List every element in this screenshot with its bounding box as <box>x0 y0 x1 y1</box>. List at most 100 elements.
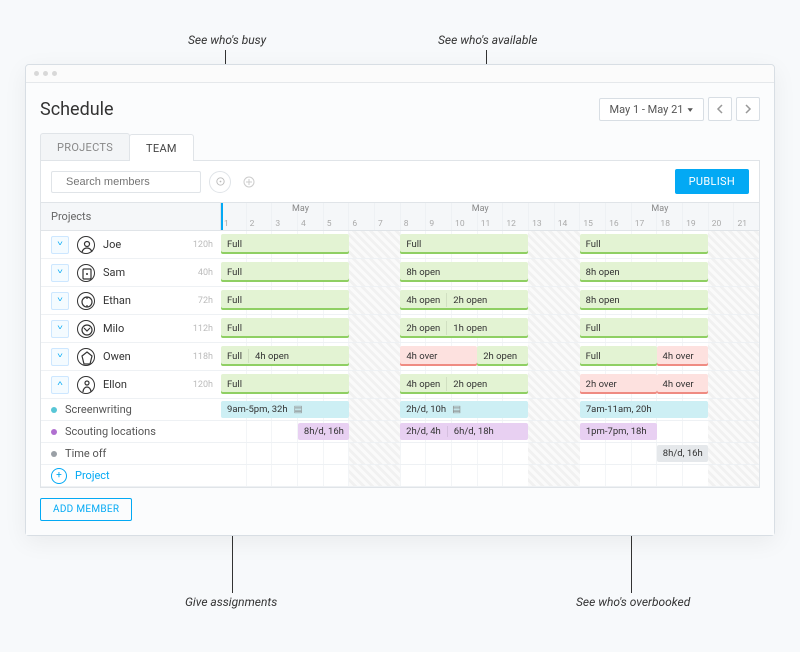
availability-bar[interactable]: 8h open <box>580 290 708 310</box>
window-control-icon <box>43 71 48 76</box>
collapse-button[interactable]: ˄ <box>51 376 69 394</box>
schedule-grid: Projects 1234May567891011May121314151617… <box>40 203 760 488</box>
add-project-label: Project <box>75 469 110 482</box>
assignment-bar[interactable]: 2h/d, 10h▤ <box>400 401 528 418</box>
member-row: ˅Sam40h⋮⋮Full8h open8h open <box>41 259 759 287</box>
annotation-assignments: Give assignments <box>185 595 277 609</box>
chevron-down-icon: ˅ <box>57 297 63 305</box>
availability-bar[interactable]: 4h over <box>400 346 477 366</box>
day-grid-bg <box>221 465 759 486</box>
expand-button[interactable]: ˅ <box>51 292 69 310</box>
add-button[interactable] <box>239 172 259 192</box>
availability-bar[interactable]: Full <box>580 346 657 366</box>
date-range-picker[interactable]: May 1 - May 21 ▾ <box>599 98 704 121</box>
member-name: Joe <box>103 238 121 251</box>
tab-projects[interactable]: PROJECTS <box>40 133 130 160</box>
availability-bar[interactable]: Full <box>580 318 708 338</box>
member-hours: 120h <box>193 240 213 250</box>
assignment-bar[interactable]: 1pm-7pm, 18h <box>580 423 657 440</box>
expand-button[interactable]: ˅ <box>51 348 69 366</box>
member-hours: 118h <box>193 352 213 362</box>
plus-circle-icon <box>243 176 255 188</box>
member-row: ˅Joe120h⋮⋮FullFullFull <box>41 231 759 259</box>
publish-button[interactable]: PUBLISH <box>675 169 749 194</box>
target-icon <box>215 176 226 187</box>
task-row-timeoff: Time off 8h/d, 16h <box>41 443 759 465</box>
chevron-down-icon: ˅ <box>57 325 63 333</box>
availability-bar[interactable]: Full <box>221 234 349 254</box>
chevron-down-icon: ˅ <box>57 353 63 361</box>
availability-bar[interactable]: 2h open <box>477 346 528 366</box>
availability-bar[interactable]: 4h open2h open <box>400 374 528 394</box>
annotation-available: See who's available <box>438 33 537 47</box>
chevron-up-icon: ˄ <box>57 381 63 389</box>
plus-circle-icon: + <box>51 468 67 484</box>
availability-bar[interactable]: 2h open1h open <box>400 318 528 338</box>
member-name: Ethan <box>103 294 131 307</box>
avatar-icon <box>77 292 95 310</box>
project-label: Scouting locations <box>65 425 156 438</box>
annotation-overbooked: See who's overbooked <box>576 595 690 609</box>
annotation-busy: See who's busy <box>188 33 266 47</box>
availability-bar[interactable]: 8h open <box>580 262 708 282</box>
availability-bar[interactable]: 4h over <box>657 346 708 366</box>
availability-bar[interactable]: Full <box>221 262 349 282</box>
chevron-down-icon: ˅ <box>57 241 63 249</box>
date-range-label: May 1 - May 21 <box>610 103 684 116</box>
project-color-icon <box>51 429 57 435</box>
expand-button[interactable]: ˅ <box>51 320 69 338</box>
task-row-scouting: Scouting locations 8h/d, 16h 2h/d, 4h6h/… <box>41 421 759 443</box>
project-color-icon <box>51 451 57 457</box>
assignment-bar[interactable]: 2h/d, 4h6h/d, 18h <box>400 423 528 440</box>
assignment-bar[interactable]: 8h/d, 16h <box>298 423 349 440</box>
availability-bar[interactable]: 4h over <box>657 374 708 394</box>
chevron-left-icon <box>716 104 724 114</box>
member-row: ˄Ellon120h⋮⋮Full4h open2h open2h over4h … <box>41 371 759 399</box>
availability-bar[interactable]: Full <box>400 234 528 254</box>
project-label: Screenwriting <box>65 403 132 416</box>
date-prev-button[interactable] <box>708 97 732 121</box>
add-member-button[interactable]: ADD MEMBER <box>40 498 132 521</box>
member-row: ˅Ethan72h⋮⋮Full4h open2h open8h open <box>41 287 759 315</box>
availability-bar[interactable]: 8h open <box>400 262 528 282</box>
tab-team[interactable]: TEAM <box>129 134 194 161</box>
availability-bar[interactable]: Full <box>221 290 349 310</box>
availability-bar[interactable]: Full <box>221 318 349 338</box>
search-input[interactable] <box>66 176 208 188</box>
member-name: Owen <box>103 350 131 363</box>
search-input-wrapper[interactable] <box>51 171 201 193</box>
member-row: ˅Milo112h⋮⋮Full2h open1h openFull <box>41 315 759 343</box>
expand-button[interactable]: ˅ <box>51 236 69 254</box>
chevron-right-icon <box>744 104 752 114</box>
member-name: Milo <box>103 322 124 335</box>
page-title: Schedule <box>40 99 114 120</box>
assignment-bar[interactable]: 8h/d, 16h <box>657 445 708 462</box>
grid-header-projects: Projects <box>41 203 221 231</box>
availability-bar[interactable]: 2h over <box>580 374 657 394</box>
toolbar: PUBLISH <box>40 161 760 203</box>
chevron-down-icon: ˅ <box>57 269 63 277</box>
availability-bar[interactable]: Full4h open <box>221 346 349 366</box>
assignment-bar[interactable]: 9am-5pm, 32h▤ <box>221 401 349 418</box>
window-control-icon <box>52 71 57 76</box>
tabs: PROJECTS TEAM <box>40 133 760 161</box>
member-hours: 112h <box>193 324 213 334</box>
pin-icon: ▤ <box>294 404 303 415</box>
avatar-icon <box>77 348 95 366</box>
expand-button[interactable]: ˅ <box>51 264 69 282</box>
assignment-bar[interactable]: 7am-11am, 20h <box>580 401 708 418</box>
filter-button[interactable] <box>209 171 231 193</box>
pin-icon: ▤ <box>452 404 461 415</box>
date-next-button[interactable] <box>736 97 760 121</box>
availability-bar[interactable]: 4h open2h open <box>400 290 528 310</box>
member-hours: 72h <box>198 296 213 306</box>
member-hours: 40h <box>198 268 213 278</box>
project-color-icon <box>51 407 57 413</box>
member-name: Sam <box>103 266 125 279</box>
caret-down-icon: ▾ <box>687 104 693 113</box>
availability-bar[interactable]: Full <box>580 234 708 254</box>
availability-bar[interactable]: Full <box>221 374 349 394</box>
add-project-row[interactable]: + Project <box>41 465 759 487</box>
task-row-screenwriting: Screenwriting 9am-5pm, 32h▤ 2h/d, 10h▤ 7… <box>41 399 759 421</box>
window-titlebar <box>26 65 774 83</box>
